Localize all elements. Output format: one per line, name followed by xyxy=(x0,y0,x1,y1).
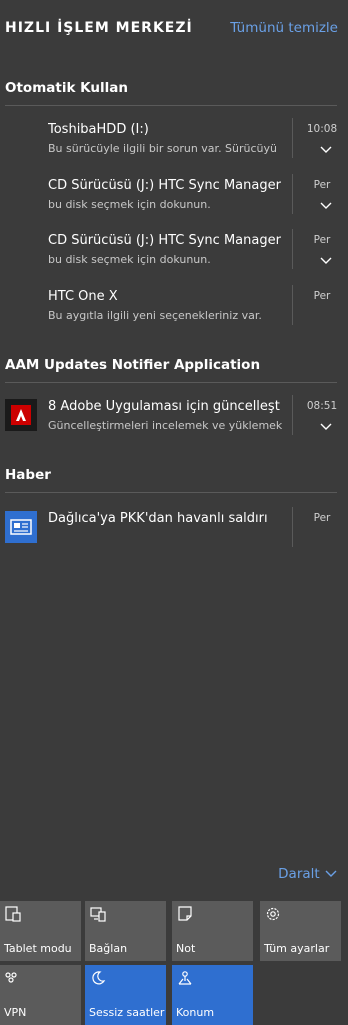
notification-body: Bu aygıtla ilgili yeni seçenekleriniz va… xyxy=(48,309,262,322)
tile-label: Sessiz saatler xyxy=(89,1006,165,1019)
chevron-down-icon[interactable] xyxy=(318,421,334,433)
chevron-down-icon xyxy=(325,870,337,877)
chevron-down-icon[interactable] xyxy=(318,200,334,212)
notification-body: Güncelleştirmeleri incelemek ve yüklemek xyxy=(48,419,283,432)
tile-label: Konum xyxy=(176,1006,215,1019)
notification-time: 08:51 xyxy=(306,400,338,412)
notification-body: bu disk seçmek için dokunun. xyxy=(48,253,211,266)
collapse-button[interactable]: Daralt xyxy=(278,866,338,882)
gear-icon xyxy=(266,907,280,921)
tablet-mode-icon xyxy=(5,906,21,922)
group-title-autoplay: Otomatik Kullan xyxy=(5,80,128,96)
notification-cd-drive-1[interactable]: CD Sürücüsü (J:) HTC Sync Manager bu dis… xyxy=(0,174,348,226)
page-title: HIZLI İŞLEM MERKEZİ xyxy=(5,20,193,36)
location-icon xyxy=(178,971,192,985)
action-center-header: HIZLI İŞLEM MERKEZİ Tümünü temizle xyxy=(0,0,348,60)
adobe-icon xyxy=(5,399,37,431)
tile-label: Tablet modu xyxy=(4,942,72,955)
notification-body: Bu sürücüyle ilgili bir sorun var. Sürüc… xyxy=(48,142,278,155)
notification-title: Dağlıca'ya PKK'dan havanlı saldırı xyxy=(48,511,268,526)
divider xyxy=(5,492,337,493)
notification-time: Per xyxy=(313,234,331,246)
quick-action-all-settings[interactable]: Tüm ayarlar xyxy=(260,901,341,961)
notification-title: CD Sürücüsü (J:) HTC Sync Manager xyxy=(48,178,281,193)
notification-toshibahdd[interactable]: ToshibaHDD (I:) Bu sürücüyle ilgili bir … xyxy=(0,118,348,170)
quick-action-vpn[interactable]: VPN xyxy=(0,965,81,1025)
quick-action-connect[interactable]: Bağlan xyxy=(85,901,166,961)
divider xyxy=(292,507,293,547)
notification-title: HTC One X xyxy=(48,289,118,304)
group-title-aam: AAM Updates Notifier Application xyxy=(5,357,261,373)
tile-label: Bağlan xyxy=(89,942,128,955)
group-title-news: Haber xyxy=(5,467,51,483)
notification-body: bu disk seçmek için dokunun. xyxy=(48,198,211,211)
notification-time: Per xyxy=(313,512,331,524)
notification-adobe-updates[interactable]: 8 Adobe Uygulaması için güncelleşt Günce… xyxy=(0,395,348,447)
divider xyxy=(292,395,293,435)
divider xyxy=(292,118,293,158)
chevron-down-icon[interactable] xyxy=(318,144,334,156)
quick-action-note[interactable]: Not xyxy=(172,901,253,961)
notification-time: 10:08 xyxy=(306,123,338,135)
tile-label: VPN xyxy=(4,1006,27,1019)
notification-title: 8 Adobe Uygulaması için güncelleşt xyxy=(48,399,280,414)
vpn-icon xyxy=(5,972,17,983)
collapse-label: Daralt xyxy=(278,866,320,882)
connect-icon xyxy=(90,907,106,922)
divider xyxy=(5,105,337,106)
chevron-down-icon[interactable] xyxy=(318,255,334,267)
quick-action-tablet-mode[interactable]: Tablet modu xyxy=(0,901,81,961)
clear-all-button[interactable]: Tümünü temizle xyxy=(230,20,338,36)
divider xyxy=(292,285,293,325)
divider xyxy=(292,229,293,269)
news-icon xyxy=(5,511,37,543)
tile-label: Not xyxy=(176,942,196,955)
notification-title: CD Sürücüsü (J:) HTC Sync Manager xyxy=(48,233,281,248)
notification-time: Per xyxy=(313,290,331,302)
tile-label: Tüm ayarlar xyxy=(264,942,330,955)
note-icon xyxy=(178,906,192,921)
divider xyxy=(292,174,293,214)
moon-icon xyxy=(92,971,106,985)
divider xyxy=(5,382,337,383)
quick-action-quiet-hours[interactable]: Sessiz saatler xyxy=(85,965,166,1025)
notification-news[interactable]: Dağlıca'ya PKK'dan havanlı saldırı Per xyxy=(0,507,348,559)
quick-action-location[interactable]: Konum xyxy=(172,965,253,1025)
notification-time: Per xyxy=(313,179,331,191)
notification-htc-one-x[interactable]: HTC One X Bu aygıtla ilgili yeni seçenek… xyxy=(0,285,348,337)
notification-cd-drive-2[interactable]: CD Sürücüsü (J:) HTC Sync Manager bu dis… xyxy=(0,229,348,281)
notification-title: ToshibaHDD (I:) xyxy=(48,122,149,137)
